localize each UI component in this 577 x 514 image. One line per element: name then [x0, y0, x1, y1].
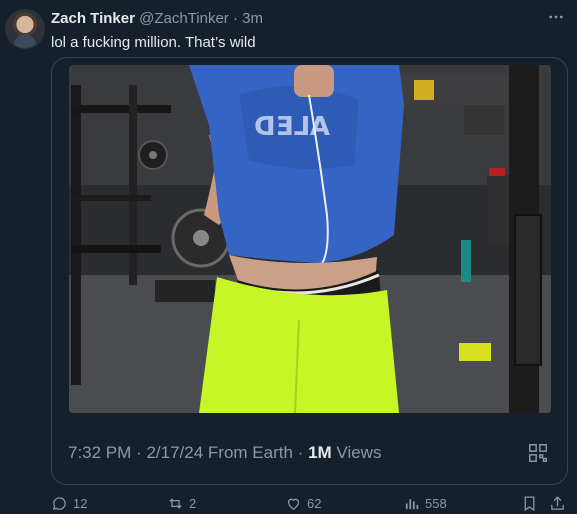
tweet-meta: 7:32 PM · 2/17/24 From Earth · 1M Views — [68, 443, 382, 462]
views-action-count: 558 — [425, 496, 447, 511]
retweet-count: 2 — [189, 496, 197, 511]
more-icon[interactable] — [545, 6, 567, 28]
tweet-date[interactable]: 2/17/24 — [146, 443, 203, 462]
views-button[interactable]: 558 — [403, 495, 447, 512]
reply-button[interactable]: 12 — [51, 495, 87, 512]
views-icon — [405, 499, 419, 510]
like-count: 62 — [307, 496, 322, 511]
like-icon — [287, 498, 300, 510]
bookmark-button[interactable] — [521, 495, 538, 512]
views-count: 1M — [308, 443, 332, 462]
gym-mirror-selfie-image: ᗡƎ⅃A — [69, 65, 551, 413]
action-bar: 12 2 62 558 — [0, 495, 577, 514]
svg-text:ᗡƎ⅃A: ᗡƎ⅃A — [254, 112, 330, 142]
share-icon — [551, 496, 564, 510]
tweet: Zach Tinker @ZachTinker · 3m lol a fucki… — [0, 0, 577, 514]
time-ago[interactable]: 3m — [242, 10, 263, 27]
tweet-header: Zach Tinker @ZachTinker · 3m — [51, 10, 263, 27]
reply-icon — [52, 497, 66, 511]
tweet-source: From Earth — [207, 443, 293, 462]
like-button[interactable]: 62 — [285, 495, 321, 512]
separator: · — [232, 10, 238, 27]
reply-count: 12 — [73, 496, 88, 511]
tweet-text: lol a fucking million. That’s wild — [51, 34, 256, 51]
tweet-time[interactable]: 7:32 PM — [68, 443, 131, 462]
media-card[interactable]: ᗡƎ⅃A AZMEN.COM 7:32 PM · 2/17/24 From Ea… — [51, 57, 568, 485]
retweet-icon — [169, 498, 182, 509]
bookmark-icon — [524, 496, 535, 512]
handle[interactable]: @ZachTinker — [139, 10, 229, 27]
share-button[interactable] — [549, 495, 566, 512]
display-name[interactable]: Zach Tinker — [51, 10, 135, 27]
views-label: Views — [336, 443, 382, 462]
avatar[interactable] — [5, 9, 45, 49]
retweet-button[interactable]: 2 — [167, 495, 196, 512]
media-photo[interactable]: ᗡƎ⅃A AZMEN.COM — [69, 65, 551, 413]
qr-icon[interactable] — [527, 442, 549, 464]
